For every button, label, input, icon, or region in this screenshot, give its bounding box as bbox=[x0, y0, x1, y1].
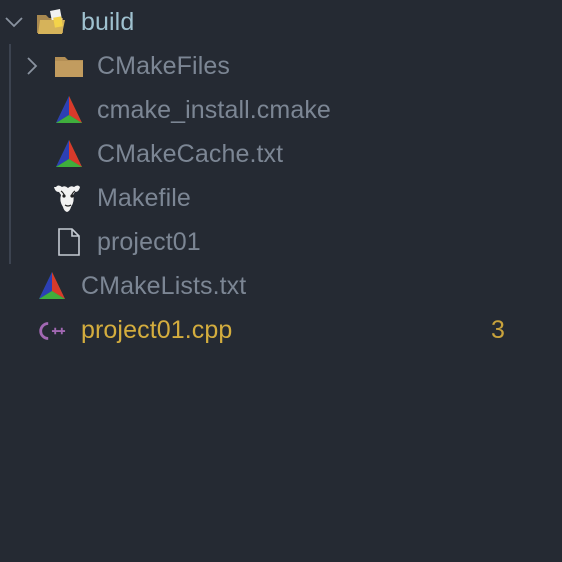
file-label: project01 bbox=[97, 228, 201, 256]
file-explorer-tree: build CMakeFiles cmake_install.cmake CMa… bbox=[0, 0, 562, 562]
folder-label: build bbox=[81, 8, 135, 36]
file-label: CMakeCache.txt bbox=[97, 140, 284, 168]
folder-row-build[interactable]: build bbox=[0, 0, 562, 44]
file-row-project01[interactable]: project01 bbox=[0, 220, 562, 264]
file-row-makefile[interactable]: Makefile bbox=[0, 176, 562, 220]
chevron-right-icon[interactable] bbox=[22, 56, 42, 76]
chevron-down-icon[interactable] bbox=[4, 12, 24, 32]
cmake-icon bbox=[39, 272, 65, 299]
open-folder-icon bbox=[37, 9, 65, 34]
file-label: CMakeFiles bbox=[97, 52, 230, 80]
file-row-cmakelists[interactable]: CMakeLists.txt bbox=[0, 264, 562, 308]
folder-row-cmakefiles[interactable]: CMakeFiles bbox=[0, 44, 562, 88]
folder-icon bbox=[55, 57, 83, 77]
cpp-icon bbox=[39, 322, 66, 340]
cmake-icon bbox=[56, 140, 82, 167]
file-label: cmake_install.cmake bbox=[97, 96, 331, 124]
file-row-cmake-install[interactable]: cmake_install.cmake bbox=[0, 88, 562, 132]
cmake-icon bbox=[56, 96, 82, 123]
file-label: project01.cpp bbox=[81, 316, 233, 344]
gnu-icon bbox=[54, 185, 80, 212]
problem-count-badge: 3 bbox=[491, 316, 505, 344]
file-label: CMakeLists.txt bbox=[81, 272, 247, 300]
file-icon bbox=[58, 228, 80, 256]
file-row-cmakecache[interactable]: CMakeCache.txt bbox=[0, 132, 562, 176]
file-label: Makefile bbox=[97, 184, 191, 212]
file-row-project01-cpp[interactable]: project01.cpp 3 bbox=[0, 308, 562, 352]
